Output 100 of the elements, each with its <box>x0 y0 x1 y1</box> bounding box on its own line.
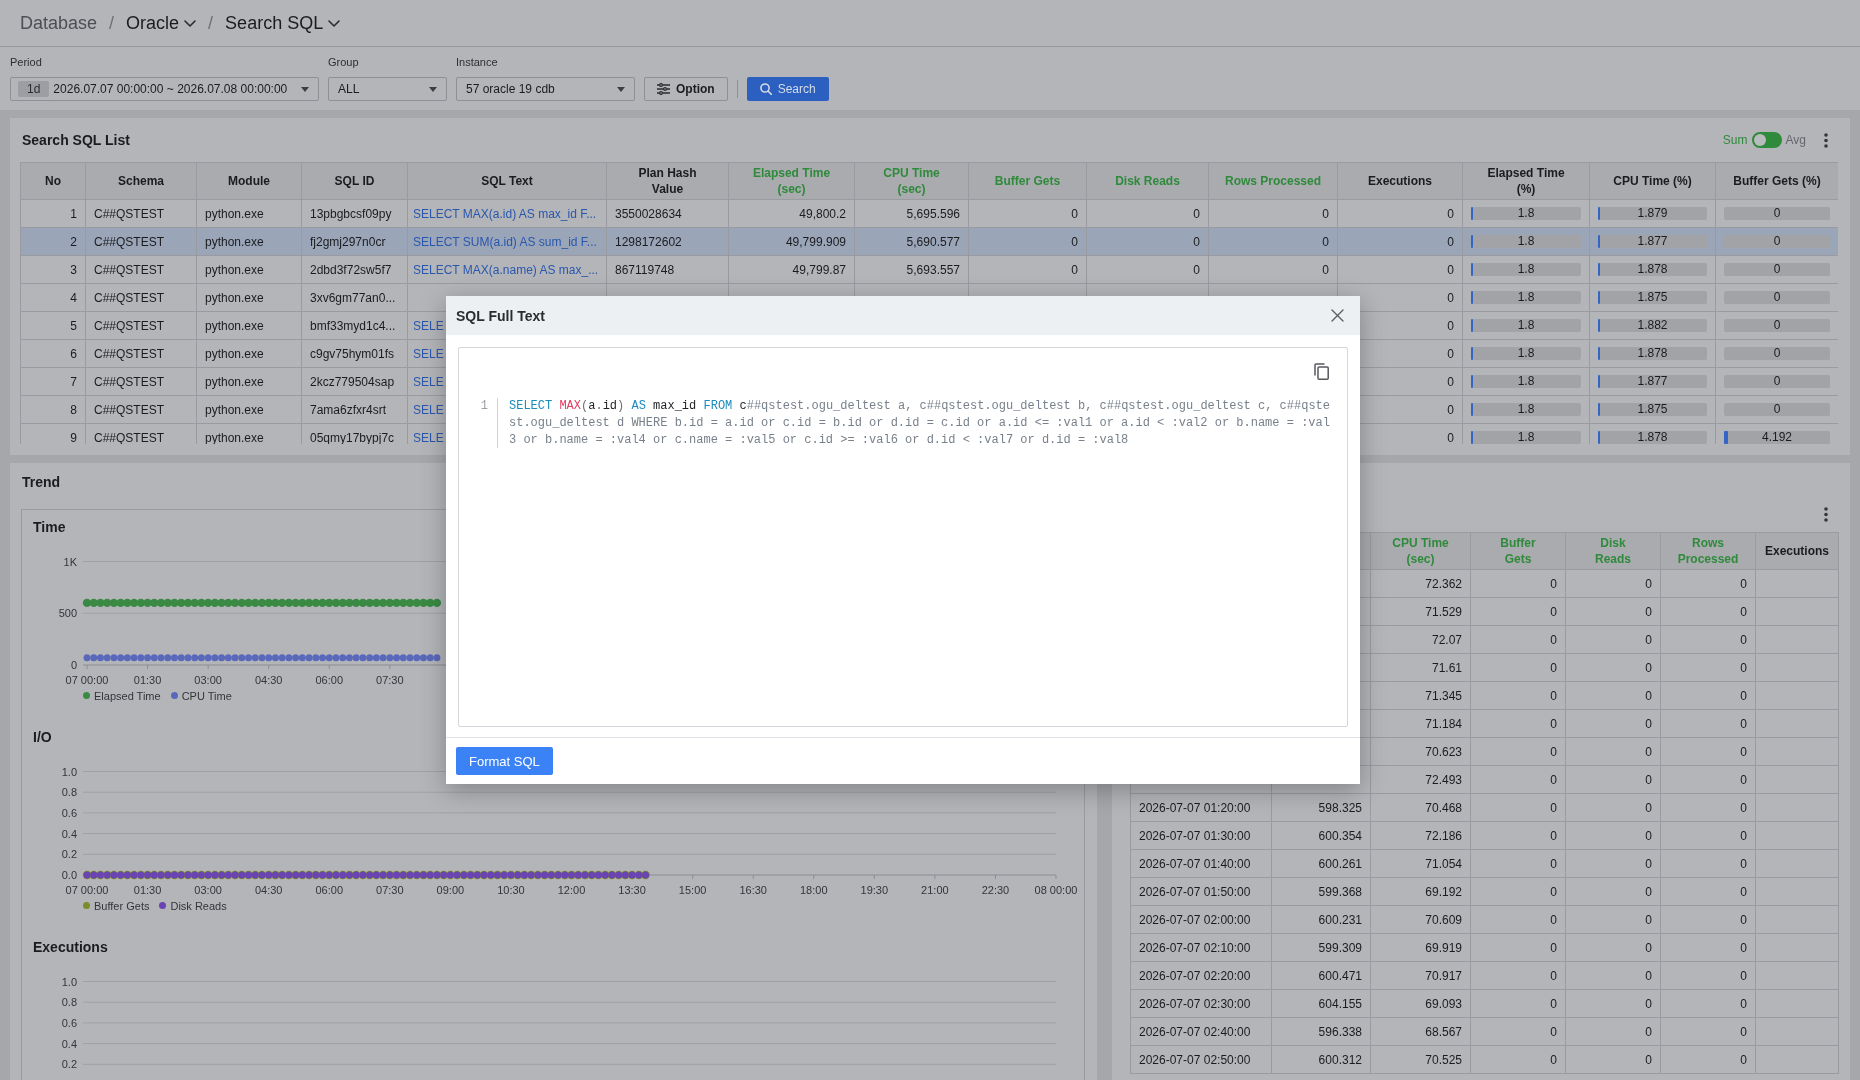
percent-value: 0 <box>1773 235 1781 248</box>
data-point <box>203 598 213 608</box>
table-cell: 0 <box>1660 653 1756 682</box>
table-cell: 2026-07-07 02:20:00 <box>1130 961 1272 990</box>
table-cell: 0 <box>1470 905 1566 934</box>
breadcrumb-link[interactable]: Database <box>20 12 98 34</box>
chart-title: I/O <box>32 728 52 746</box>
table-cell: 2026-07-07 02:50:00 <box>1130 1045 1272 1074</box>
percent-value: 1.8 <box>1517 375 1535 388</box>
axis-label: 13:30 <box>618 884 646 896</box>
more-icon[interactable] <box>1824 132 1828 148</box>
table-cell: 0 <box>968 255 1087 284</box>
period-select[interactable]: 1d 2026.07.07 00:00:00 ~ 2026.07.08 00:00:00 <box>10 77 319 101</box>
group-select[interactable]: ALL <box>328 77 447 101</box>
table-cell: 0 <box>1660 625 1756 654</box>
table-cell: 13pbgbcsf09py <box>301 199 408 228</box>
axis-label: 0.6 <box>61 806 77 819</box>
data-point <box>230 598 240 608</box>
option-button[interactable]: Option <box>644 77 728 101</box>
toggle-switch[interactable] <box>1751 132 1782 148</box>
percent-value: 0 <box>1773 347 1781 360</box>
caret-icon <box>301 86 309 92</box>
table-cell: 72.493 <box>1370 765 1471 794</box>
table-cell: 0 <box>1086 227 1209 256</box>
sql-link[interactable]: SELE <box>413 430 444 444</box>
table-cell: 2026-07-07 02:30:00 <box>1130 989 1272 1018</box>
table-cell: 0 <box>1565 653 1661 682</box>
axis-label: 0.8 <box>61 786 77 799</box>
data-point <box>345 598 354 608</box>
column-header: SQL Text <box>407 162 607 200</box>
percent-value: 1.8 <box>1517 263 1535 276</box>
format-sql-button[interactable]: Format SQL <box>456 747 553 775</box>
panel-title: Trend <box>21 473 61 491</box>
column-header: SQL ID <box>301 162 408 200</box>
axis-label: 0.4 <box>61 1037 77 1050</box>
data-point <box>318 598 327 608</box>
table-cell: 0 <box>1470 709 1566 738</box>
range-badge: 1d <box>18 81 50 97</box>
table-cell: 598.325 <box>1271 793 1371 822</box>
table-cell: 2026-07-07 01:20:00 <box>1130 793 1272 822</box>
table-cell: 2026-07-07 02:40:00 <box>1130 1017 1272 1046</box>
percent-value: 1.879 <box>1637 207 1668 220</box>
table-cell: python.exe <box>196 255 302 284</box>
table-cell: 0 <box>1660 821 1756 850</box>
percent-value: 1.878 <box>1637 431 1668 444</box>
more-icon[interactable] <box>1824 506 1828 522</box>
percent-value: 1.8 <box>1517 403 1535 416</box>
table-cell: 1 <box>20 199 86 228</box>
table-cell: 600.471 <box>1271 961 1371 990</box>
table-cell: 70.917 <box>1370 961 1471 990</box>
toggle-label[interactable]: Avg <box>1785 133 1806 147</box>
data-point <box>432 598 442 608</box>
table-row[interactable]: 3 C##QSTEST python.exe 2dbd3f72sw5f7 SELECT MAX(a.name) AS max_... 867119748 49,799.87 5,693.557 0 0 0 0 1.8 1.878 0 <box>20 255 1838 284</box>
axis-label: 22:30 <box>981 884 1010 896</box>
axis-label: 0.2 <box>61 1058 77 1071</box>
data-point <box>89 598 98 608</box>
table-cell: 0 <box>1660 905 1756 934</box>
table-cell: 0 <box>1470 653 1566 682</box>
copy-icon[interactable] <box>1314 363 1329 380</box>
table-cell: 0 <box>1086 255 1209 284</box>
table-cell: 0 <box>1565 737 1661 766</box>
percent-value: 1.875 <box>1637 403 1668 416</box>
table-cell: 599.368 <box>1271 877 1371 906</box>
sql-link[interactable]: SELE <box>413 402 444 417</box>
table-cell: 5 <box>20 311 86 340</box>
table-cell: 2026-07-07 01:30:00 <box>1130 821 1272 850</box>
breadcrumb-link[interactable]: Search SQL <box>225 12 341 34</box>
table-cell: 600.312 <box>1271 1045 1371 1074</box>
table-cell: 0 <box>1660 597 1756 626</box>
table-cell: 0 <box>1470 933 1566 962</box>
sql-link[interactable]: SELE <box>413 318 444 333</box>
sql-link[interactable]: SELE <box>413 346 444 361</box>
table-cell: 0 <box>1565 765 1661 794</box>
search-button[interactable]: Search <box>746 77 829 101</box>
table-cell: 0 <box>1660 793 1756 822</box>
breadcrumb-link[interactable]: Oracle <box>126 12 197 34</box>
table-cell: python.exe <box>196 227 302 256</box>
table-cell: 49,799.909 <box>728 227 855 256</box>
table-cell: 0 <box>1470 569 1566 598</box>
table-row[interactable]: 2 C##QSTEST python.exe fj2gmj297n0cr SELECT SUM(a.id) AS sum_id F... 1298172602 49,799.909 5,690.577 0 0 0 0 1.8 1.877 0 <box>20 227 1838 256</box>
axis-label: 12:00 <box>557 884 586 896</box>
column-header: Schema <box>85 162 197 200</box>
data-point <box>378 598 388 608</box>
toggle-label[interactable]: Sum <box>1722 133 1748 147</box>
close-icon[interactable] <box>1331 309 1344 322</box>
column-header: Buffer Gets <box>1470 532 1566 570</box>
table-cell: 0 <box>1660 1045 1756 1074</box>
instance-select[interactable]: 57 oracle 19 cdb <box>456 77 635 101</box>
table-cell: 2026-07-07 02:00:00 <box>1130 905 1272 934</box>
axis-label: 0.0 <box>61 869 77 881</box>
table-cell: bmf33myd1c4... <box>301 311 408 340</box>
table-row[interactable]: 1 C##QSTEST python.exe 13pbgbcsf09py SELECT MAX(a.id) AS max_id F... 3550028634 49,800.2 5,695.596 0 0 0 0 1.8 1.879 0 <box>20 199 1838 228</box>
table-cell: 0 <box>1470 681 1566 710</box>
table-cell: 71.61 <box>1370 653 1471 682</box>
field-label: Group <box>328 55 359 69</box>
axis-label: 500 <box>58 607 77 620</box>
axis-label: 21:00 <box>921 884 949 896</box>
sql-link[interactable]: SELE <box>413 374 444 389</box>
table-cell: 599.309 <box>1271 933 1371 962</box>
column-header: Elapsed Time (sec) <box>728 162 855 200</box>
